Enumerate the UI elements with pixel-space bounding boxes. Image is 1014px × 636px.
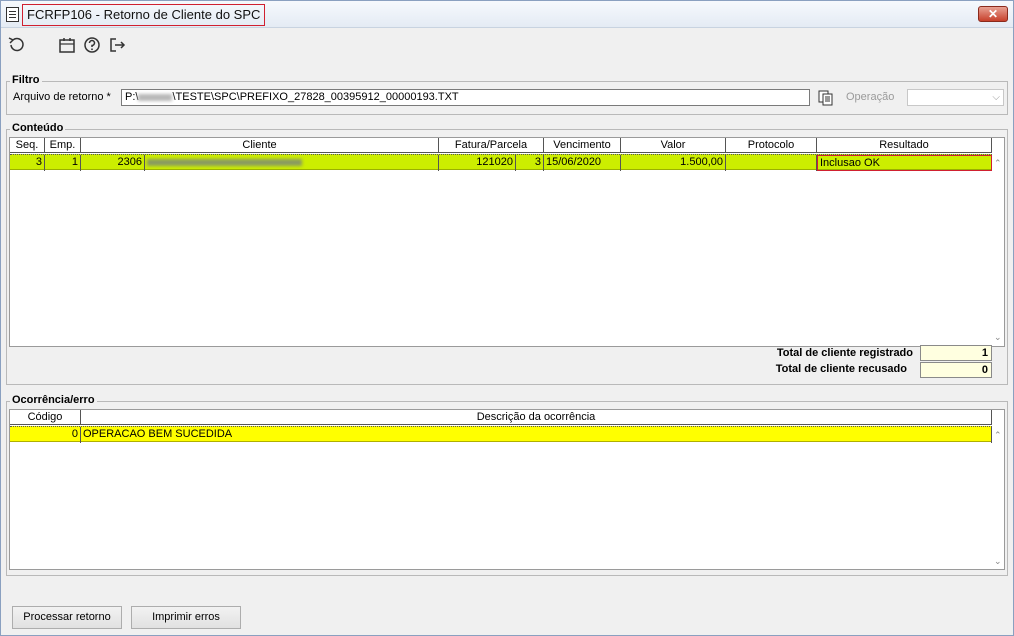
help-icon[interactable] [82,35,102,55]
toolbar [1,29,1013,63]
conteudo-title: Conteúdo [10,122,66,134]
col-cliente[interactable]: Cliente [81,138,439,153]
ocorrencia-grid-header: Código Descrição da ocorrência [10,410,992,425]
total-registrado-label: Total de cliente registrado [776,347,913,359]
cell-vencimento: 15/06/2020 [544,155,621,171]
ocorrencia-grid[interactable]: Código Descrição da ocorrência 0 OPERACA… [9,409,1005,570]
cell-cliente-codigo: 2306 [81,155,145,171]
col-codigo[interactable]: Código [10,410,81,425]
cell-fatura: 121020 [439,155,516,171]
cell-protocolo [726,155,817,171]
conteudo-grid-header: Seq. Emp. Cliente Fatura/Parcela Vencime… [10,138,992,153]
arquivo-label: Arquivo de retorno * [13,91,111,103]
redacted-path [138,93,173,101]
cell-emp: 1 [45,155,81,171]
chevron-down-icon: ⌵ [992,92,1000,103]
filtro-title: Filtro [10,74,42,86]
col-emp[interactable]: Emp. [45,138,81,153]
table-row[interactable]: 3 1 2306 121020 3 15/06/2020 1.500,00 In… [10,154,992,171]
col-valor[interactable]: Valor [621,138,726,153]
table-row[interactable]: 0 OPERACAO BEM SUCEDIDA [10,426,992,443]
scroll-up-icon[interactable]: ⌃ [994,158,1002,169]
document-icon [6,7,19,22]
main-window: FCRFP106 - Retorno de Cliente do SPC ✕ F… [0,0,1014,636]
imprimir-erros-button[interactable]: Imprimir erros [131,606,241,629]
arquivo-prefix: P:\ [125,91,139,103]
operacao-label: Operação [846,91,895,103]
operacao-select[interactable]: ⌵ [907,89,1004,106]
cell-parcela: 3 [516,155,544,171]
conteudo-grid[interactable]: Seq. Emp. Cliente Fatura/Parcela Vencime… [9,137,1005,347]
col-resultado[interactable]: Resultado [817,138,992,153]
total-recusado-label: Total de cliente recusado [775,363,907,375]
processar-retorno-button[interactable]: Processar retorno [12,606,122,629]
col-protocolo[interactable]: Protocolo [726,138,817,153]
scroll-up-icon[interactable]: ⌃ [994,430,1002,441]
scroll-down-icon[interactable]: ⌄ [994,556,1002,567]
arquivo-input[interactable]: P:\ \TESTE\SPC\PREFIXO_27828_00395912_000… [121,89,810,106]
col-descricao[interactable]: Descrição da ocorrência [81,410,992,425]
window-title: FCRFP106 - Retorno de Cliente do SPC [22,4,266,26]
title-bar: FCRFP106 - Retorno de Cliente do SPC ✕ [1,1,1013,28]
ocorrencia-title: Ocorrência/erro [10,394,97,406]
calendar-icon[interactable] [57,35,77,55]
cell-codigo: 0 [10,427,81,443]
arquivo-value: \TESTE\SPC\PREFIXO_27828_00395912_000001… [172,91,459,103]
cell-valor: 1.500,00 [621,155,726,171]
close-button[interactable]: ✕ [978,6,1008,22]
browse-file-icon[interactable] [816,89,836,106]
scroll-down-icon[interactable]: ⌄ [994,332,1002,343]
col-seq[interactable]: Seq. [10,138,45,153]
cell-resultado: Inclusao OK [817,155,992,171]
col-fatura-parcela[interactable]: Fatura/Parcela [439,138,544,153]
col-vencimento[interactable]: Vencimento [544,138,621,153]
total-recusado-value: 0 [920,362,992,378]
refresh-icon[interactable] [6,35,26,55]
cell-cliente-nome [145,155,439,171]
redacted-name [147,158,302,166]
exit-icon[interactable] [107,35,127,55]
cell-seq: 3 [10,155,45,171]
total-registrado-value: 1 [920,345,992,361]
cell-descricao: OPERACAO BEM SUCEDIDA [81,427,992,443]
